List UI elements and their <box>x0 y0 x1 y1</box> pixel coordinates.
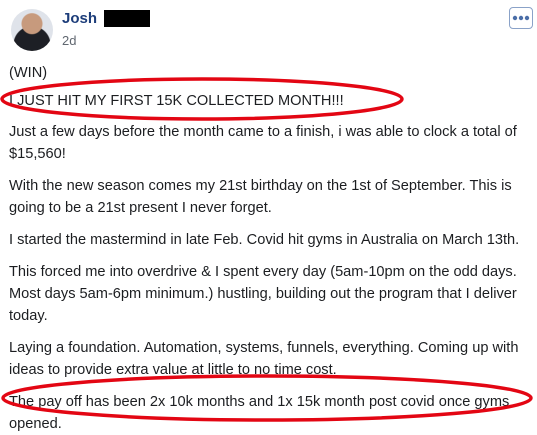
post-tag: (WIN) <box>9 65 48 81</box>
post-body: (WIN) I JUST HIT MY FIRST 15K COLLECTED … <box>9 62 529 435</box>
redacted-name-block <box>104 10 150 27</box>
body-paragraph: The pay off has been 2x 10k months and 1… <box>9 394 510 432</box>
post-header: Josh 2d <box>0 0 537 60</box>
body-paragraph: This forced me into overdrive & I spent … <box>9 264 517 324</box>
post-timestamp[interactable]: 2d <box>62 33 76 48</box>
author-avatar[interactable] <box>11 9 53 51</box>
body-paragraph: With the new season comes my 21st birthd… <box>9 178 512 216</box>
more-options-button[interactable] <box>509 7 533 29</box>
author-name[interactable]: Josh <box>62 10 97 27</box>
more-options-icon <box>512 15 530 21</box>
headline-paragraph: I JUST HIT MY FIRST 15K COLLECTED MONTH!… <box>9 93 344 109</box>
body-paragraph: Just a few days before the month came to… <box>9 124 517 162</box>
body-paragraph: Laying a foundation. Automation, systems… <box>9 340 519 378</box>
body-paragraph: I started the mastermind in late Feb. Co… <box>9 232 520 248</box>
post-card: Josh 2d (WIN) I JUST HIT MY FIRST 15K CO… <box>0 0 537 432</box>
